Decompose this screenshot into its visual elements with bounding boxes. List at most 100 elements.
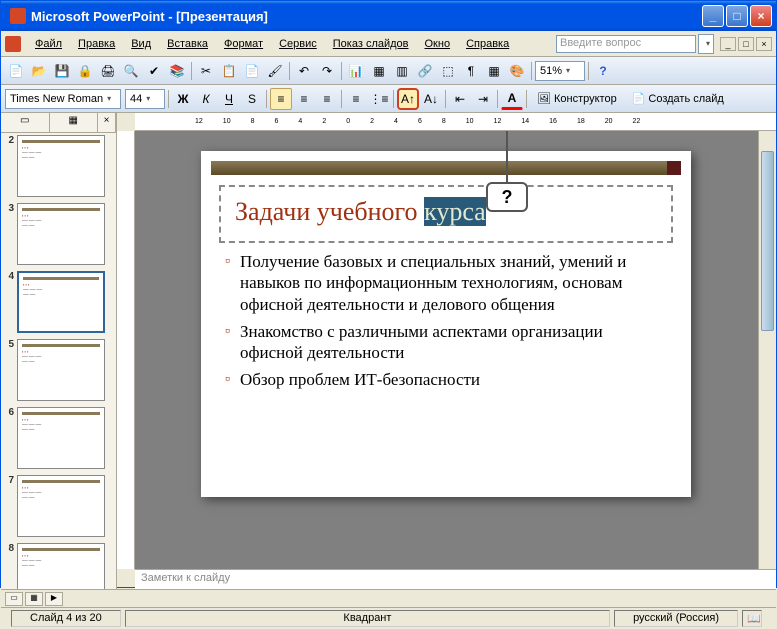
thumb-preview[interactable]: ▪ ▪ ▪── ── ──── ── xyxy=(17,203,105,265)
shadow-button[interactable]: S xyxy=(241,88,263,110)
thumb-preview[interactable]: ▪ ▪ ▪── ── ──── ── xyxy=(17,543,105,589)
mdi-restore-button[interactable]: □ xyxy=(738,37,754,51)
research-button[interactable]: 📚 xyxy=(166,60,188,82)
menu-window[interactable]: Окно xyxy=(417,35,459,53)
align-center-button[interactable]: ≡ xyxy=(293,88,315,110)
maximize-button[interactable]: □ xyxy=(726,5,748,27)
bullets-button[interactable]: ⋮≡ xyxy=(368,88,390,110)
notes-pane[interactable]: Заметки к слайду xyxy=(135,569,776,589)
status-spellcheck-icon[interactable]: 📖 xyxy=(742,610,762,627)
thumbnail-5[interactable]: 5▪ ▪ ▪── ── ──── ── xyxy=(3,339,114,401)
font-color-button[interactable]: A xyxy=(501,88,523,110)
normal-view-button[interactable]: ▭ xyxy=(5,592,23,606)
thumb-preview[interactable]: ▪ ▪ ▪── ── ──── ── xyxy=(17,271,105,333)
thumbnail-8[interactable]: 8▪ ▪ ▪── ── ──── ── xyxy=(3,543,114,589)
menu-file[interactable]: Файл xyxy=(27,35,70,53)
font-name-combo[interactable]: Times New Roman▾ xyxy=(5,89,121,109)
vertical-scrollbar[interactable] xyxy=(758,131,776,569)
increase-indent-button[interactable]: ⇥ xyxy=(472,88,494,110)
permission-button[interactable]: 🔒 xyxy=(74,60,96,82)
preview-button[interactable]: 🔍 xyxy=(120,60,142,82)
paste-button[interactable]: 📄 xyxy=(241,60,263,82)
mdi-minimize-button[interactable]: _ xyxy=(720,37,736,51)
body-placeholder[interactable]: Получение базовых и специальных знаний, … xyxy=(201,243,691,405)
menu-slideshow[interactable]: Показ слайдов xyxy=(325,35,417,53)
help-button[interactable]: ? xyxy=(592,60,614,82)
align-left-button[interactable]: ≡ xyxy=(270,88,292,110)
new-button[interactable]: 📄 xyxy=(5,60,27,82)
decrease-indent-button[interactable]: ⇤ xyxy=(449,88,471,110)
outline-tab[interactable]: ▭ xyxy=(1,113,50,132)
zoom-combo[interactable]: 51%▾ xyxy=(535,61,585,81)
scroll-thumb[interactable] xyxy=(761,151,774,331)
redo-button[interactable]: ↷ xyxy=(316,60,338,82)
italic-button[interactable]: К xyxy=(195,88,217,110)
document-icon[interactable] xyxy=(5,36,21,52)
format-painter-button[interactable]: 🖌 xyxy=(264,60,286,82)
slide-title[interactable]: Задачи учебного курса xyxy=(235,197,657,227)
vertical-ruler[interactable] xyxy=(117,131,135,569)
undo-button[interactable]: ↶ xyxy=(293,60,315,82)
thumb-preview[interactable]: ▪ ▪ ▪── ── ──── ── xyxy=(17,407,105,469)
bullet-item[interactable]: Обзор проблем ИТ-безопасности xyxy=(225,369,667,390)
menu-view[interactable]: Вид xyxy=(123,35,159,53)
grid-button[interactable]: ▦ xyxy=(483,60,505,82)
spellcheck-button[interactable]: ✔ xyxy=(143,60,165,82)
ask-dropdown[interactable]: ▾ xyxy=(698,34,714,54)
thumb-preview[interactable]: ▪ ▪ ▪── ── ──── ── xyxy=(17,135,105,197)
menu-insert[interactable]: Вставка xyxy=(159,35,216,53)
callout-box: ? xyxy=(486,182,528,212)
numbering-button[interactable]: ≡ xyxy=(345,88,367,110)
copy-button[interactable]: 📋 xyxy=(218,60,240,82)
status-language[interactable]: русский (Россия) xyxy=(614,610,738,627)
thumbnail-2[interactable]: 2▪ ▪ ▪── ── ──── ── xyxy=(3,135,114,197)
thumbnail-6[interactable]: 6▪ ▪ ▪── ── ──── ── xyxy=(3,407,114,469)
menu-edit[interactable]: Правка xyxy=(70,35,123,53)
font-size-combo[interactable]: 44▾ xyxy=(125,89,165,109)
bullet-item[interactable]: Знакомство с различными аспектами органи… xyxy=(225,321,667,364)
slides-tab[interactable]: ▦ xyxy=(50,113,99,132)
align-right-button[interactable]: ≡ xyxy=(316,88,338,110)
minimize-button[interactable]: _ xyxy=(702,5,724,27)
save-button[interactable]: 💾 xyxy=(51,60,73,82)
underline-button[interactable]: Ч xyxy=(218,88,240,110)
menu-tools[interactable]: Сервис xyxy=(271,35,325,53)
tables-borders-button[interactable]: ▥ xyxy=(391,60,413,82)
ask-a-question-input[interactable]: Введите вопрос xyxy=(556,35,696,53)
thumb-preview[interactable]: ▪ ▪ ▪── ── ──── ── xyxy=(17,339,105,401)
thumbnail-3[interactable]: 3▪ ▪ ▪── ── ──── ── xyxy=(3,203,114,265)
horizontal-ruler[interactable]: 121086420246810121416182022 xyxy=(135,113,776,131)
bullet-item[interactable]: Получение базовых и специальных знаний, … xyxy=(225,251,667,315)
thumb-preview[interactable]: ▪ ▪ ▪── ── ──── ── xyxy=(17,475,105,537)
status-bar: Слайд 4 из 20 Квадрант русский (Россия) … xyxy=(1,607,776,629)
color-button[interactable]: 🎨 xyxy=(506,60,528,82)
cut-button[interactable]: ✂ xyxy=(195,60,217,82)
thumbnail-4[interactable]: 4▪ ▪ ▪── ── ──── ── xyxy=(3,271,114,333)
insert-hyperlink-button[interactable]: 🔗 xyxy=(414,60,436,82)
new-slide-button[interactable]: 📄Создать слайд xyxy=(625,88,731,110)
sorter-view-button[interactable]: ▦ xyxy=(25,592,43,606)
slide-editor-area: 121086420246810121416182022 Задачи учебн… xyxy=(117,113,776,589)
menu-format[interactable]: Формат xyxy=(216,35,271,53)
open-button[interactable]: 📂 xyxy=(28,60,50,82)
decrease-font-button[interactable]: A↓ xyxy=(420,88,442,110)
show-formatting-button[interactable]: ¶ xyxy=(460,60,482,82)
menu-help[interactable]: Справка xyxy=(458,35,517,53)
bold-button[interactable]: Ж xyxy=(172,88,194,110)
bullet-text: Обзор проблем ИТ-безопасности xyxy=(240,369,480,390)
expand-all-button[interactable]: ⬚ xyxy=(437,60,459,82)
slide[interactable]: Задачи учебного курса ? Получение базовы… xyxy=(201,151,691,497)
print-button[interactable]: 🖨 xyxy=(97,60,119,82)
increase-font-button[interactable]: A↑ xyxy=(397,88,419,110)
slideshow-view-button[interactable]: ▶ xyxy=(45,592,63,606)
slide-canvas[interactable]: Задачи учебного курса ? Получение базовы… xyxy=(135,131,758,569)
close-button[interactable]: × xyxy=(750,5,772,27)
insert-table-button[interactable]: ▦ xyxy=(368,60,390,82)
thumb-number: 7 xyxy=(3,475,17,537)
insert-chart-button[interactable]: 📊 xyxy=(345,60,367,82)
thumbnail-7[interactable]: 7▪ ▪ ▪── ── ──── ── xyxy=(3,475,114,537)
title-placeholder[interactable]: Задачи учебного курса ? xyxy=(219,185,673,243)
close-panel-button[interactable]: × xyxy=(98,113,116,132)
mdi-close-button[interactable]: × xyxy=(756,37,772,51)
design-button[interactable]: 🖼Конструктор xyxy=(530,88,624,110)
